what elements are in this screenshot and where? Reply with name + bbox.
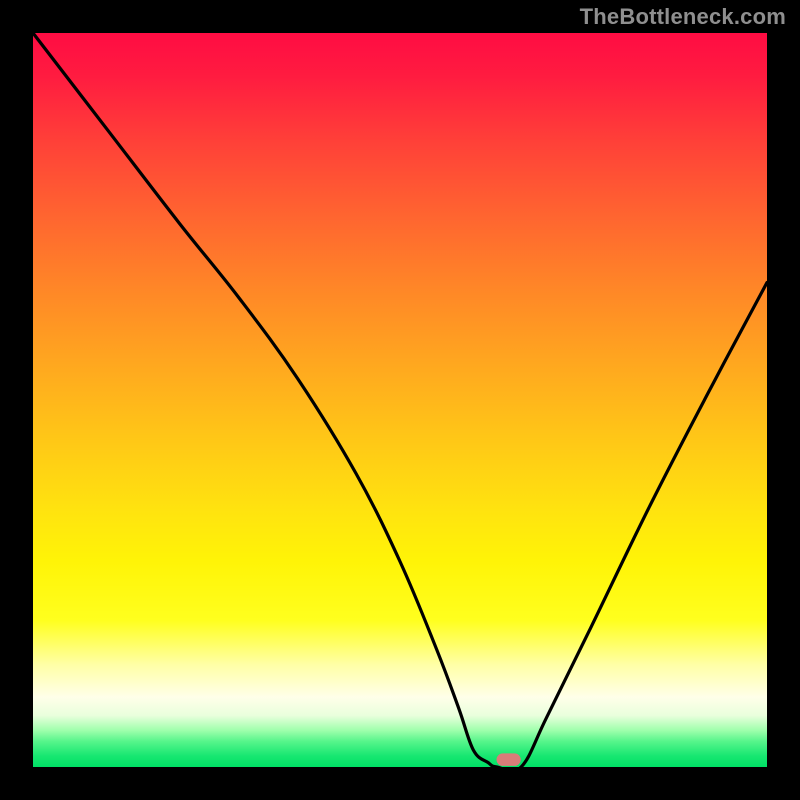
chart-container: { "watermark": "TheBottleneck.com", "cha… <box>0 0 800 800</box>
optimal-zone-marker <box>497 753 521 765</box>
plot-background <box>33 33 767 767</box>
watermark-text: TheBottleneck.com <box>580 4 786 30</box>
bottleneck-chart <box>0 0 800 800</box>
